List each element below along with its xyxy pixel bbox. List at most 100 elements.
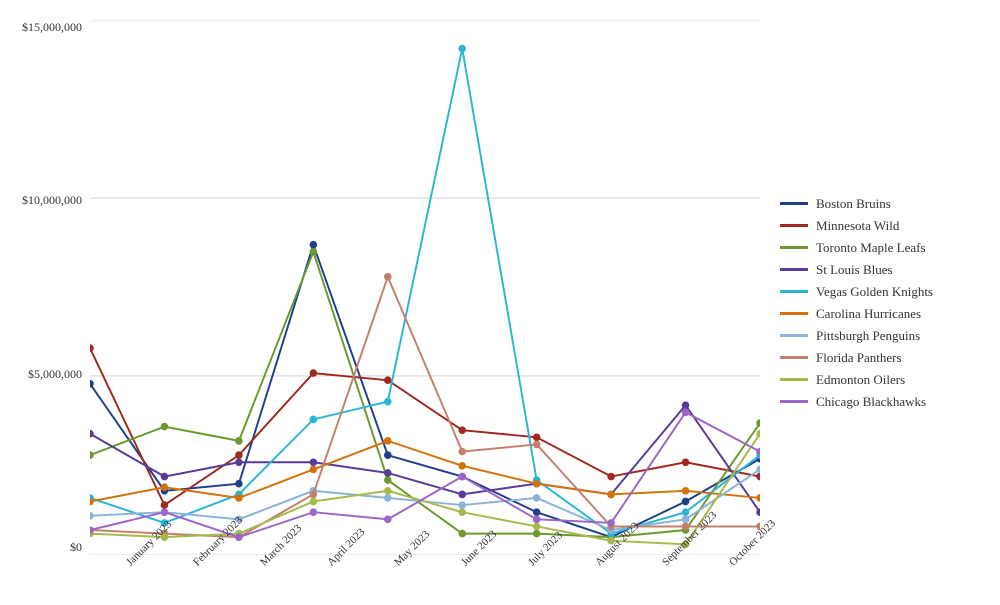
data-point — [310, 248, 318, 256]
chart-svg — [90, 20, 760, 555]
legend-item: Toronto Maple Leafs — [780, 240, 990, 256]
team-line-vegas-golden-knights — [90, 49, 760, 534]
x-label-wrapper: May 2023 — [358, 555, 425, 572]
data-point — [756, 419, 760, 427]
x-label-wrapper: July 2023 — [492, 555, 559, 572]
data-point — [310, 508, 318, 516]
data-point — [384, 469, 392, 477]
legend-item: Pittsburgh Penguins — [780, 328, 990, 344]
data-point — [161, 473, 169, 481]
data-point — [682, 401, 690, 409]
x-label-wrapper: January 2023 — [90, 555, 157, 572]
data-point — [533, 523, 541, 531]
data-point — [235, 458, 243, 466]
data-point — [161, 508, 169, 516]
legend-color-swatch — [780, 246, 808, 249]
data-point — [458, 491, 466, 499]
legend-label: Toronto Maple Leafs — [816, 240, 926, 256]
x-label-wrapper: April 2023 — [291, 555, 358, 572]
x-axis-label: June 2023 — [459, 560, 467, 568]
data-point — [384, 376, 392, 384]
data-point — [607, 491, 615, 499]
x-axis-label: July 2023 — [526, 560, 534, 568]
data-point — [90, 512, 94, 520]
data-point — [310, 416, 318, 424]
data-point — [310, 458, 318, 466]
y-label-5m: $5,000,000 — [28, 367, 82, 382]
data-point — [235, 437, 243, 445]
data-point — [161, 483, 169, 491]
data-point — [533, 508, 541, 516]
x-axis-label: October 2023 — [727, 560, 735, 568]
legend-color-swatch — [780, 356, 808, 359]
legend-label: St Louis Blues — [816, 262, 893, 278]
data-point — [161, 423, 169, 431]
data-point — [756, 430, 760, 438]
data-point — [682, 523, 690, 531]
legend-label: Pittsburgh Penguins — [816, 328, 920, 344]
x-axis-label: September 2023 — [660, 560, 668, 568]
legend-label: Edmonton Oilers — [816, 372, 905, 388]
data-point — [682, 498, 690, 506]
legend-item: Boston Bruins — [780, 196, 990, 212]
legend-item: Edmonton Oilers — [780, 372, 990, 388]
data-point — [161, 501, 169, 509]
legend-item: Florida Panthers — [780, 350, 990, 366]
data-point — [310, 498, 318, 506]
data-point — [235, 494, 243, 502]
legend-color-swatch — [780, 290, 808, 293]
data-point — [235, 480, 243, 488]
data-point — [533, 530, 541, 538]
legend-label: Vegas Golden Knights — [816, 284, 933, 300]
legend-item: Vegas Golden Knights — [780, 284, 990, 300]
data-point — [533, 516, 541, 524]
legend-color-swatch — [780, 268, 808, 271]
legend-item: Carolina Hurricanes — [780, 306, 990, 322]
data-point — [458, 426, 466, 434]
team-line-toronto-maple-leafs — [90, 252, 760, 537]
chart-container: $15,000,000 $10,000,000 $5,000,000 $0 Ja… — [0, 0, 1000, 605]
x-axis-label: March 2023 — [258, 560, 266, 568]
x-label-wrapper: February 2023 — [157, 555, 224, 572]
data-point — [682, 508, 690, 516]
data-point — [384, 273, 392, 281]
data-point — [310, 241, 318, 249]
x-label-wrapper: March 2023 — [224, 555, 291, 572]
x-axis-label: August 2023 — [593, 560, 601, 568]
legend-color-swatch — [780, 202, 808, 205]
x-axis-labels: January 2023February 2023 March 2023 April… — [90, 555, 760, 585]
data-point — [384, 476, 392, 484]
data-point — [384, 516, 392, 524]
data-point — [310, 466, 318, 474]
team-line-minnesota-wild — [90, 348, 760, 505]
y-label-10m: $10,000,000 — [22, 193, 82, 208]
team-line-st-louis-blues — [90, 405, 760, 512]
legend-color-swatch — [780, 312, 808, 315]
legend-color-swatch — [780, 400, 808, 403]
data-point — [682, 409, 690, 417]
legend-item: Chicago Blackhawks — [780, 394, 990, 410]
x-label-wrapper: October 2023 — [693, 555, 760, 572]
data-point — [235, 451, 243, 459]
legend-item: Minnesota Wild — [780, 218, 990, 234]
data-point — [682, 458, 690, 466]
legend-item: St Louis Blues — [780, 262, 990, 278]
y-axis-labels: $15,000,000 $10,000,000 $5,000,000 $0 — [10, 20, 90, 555]
x-axis-label: April 2023 — [325, 560, 333, 568]
data-point — [384, 494, 392, 502]
data-point — [533, 494, 541, 502]
svg-wrapper — [90, 20, 760, 555]
data-point — [458, 508, 466, 516]
data-point — [533, 480, 541, 488]
data-point — [756, 508, 760, 516]
data-point — [384, 398, 392, 406]
data-point — [458, 45, 466, 53]
data-point — [458, 473, 466, 481]
data-point — [533, 441, 541, 449]
data-point — [310, 369, 318, 377]
chart-legend: Boston Bruins Minnesota Wild Toronto Maple… — [760, 20, 990, 585]
data-point — [384, 437, 392, 445]
data-point — [384, 487, 392, 495]
data-point — [682, 487, 690, 495]
data-point — [756, 494, 760, 502]
